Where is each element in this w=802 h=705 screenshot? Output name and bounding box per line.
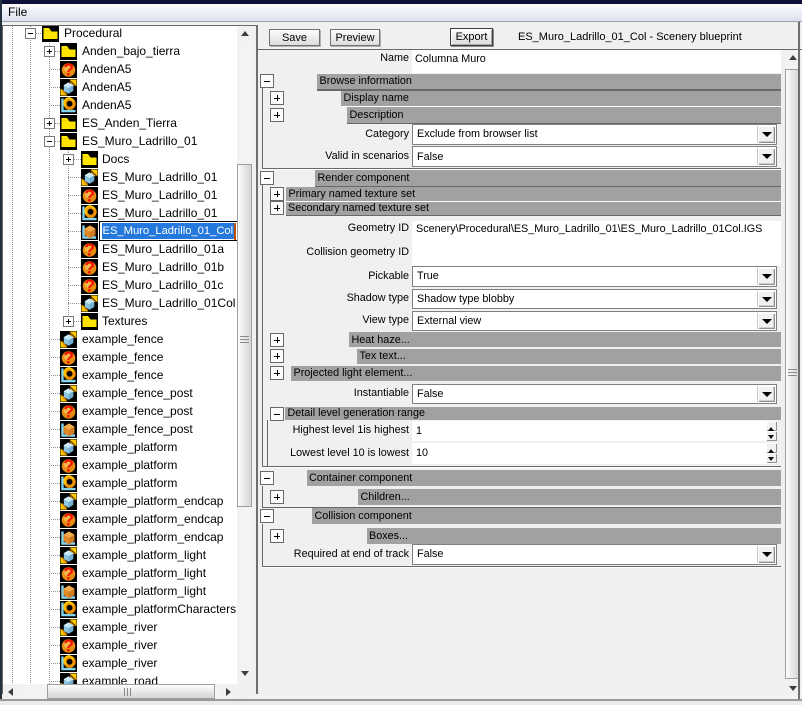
svg-text:?: ? xyxy=(84,259,95,276)
svg-text:?: ? xyxy=(84,241,95,258)
svg-text:?: ? xyxy=(84,187,95,204)
svg-text:?: ? xyxy=(63,349,74,366)
svg-text:?: ? xyxy=(63,403,74,420)
svg-text:?: ? xyxy=(63,511,74,528)
svg-text:?: ? xyxy=(84,277,95,294)
svg-text:?: ? xyxy=(63,565,74,582)
svg-text:?: ? xyxy=(63,637,74,654)
svg-text:?: ? xyxy=(63,61,74,78)
svg-text:?: ? xyxy=(63,457,74,474)
